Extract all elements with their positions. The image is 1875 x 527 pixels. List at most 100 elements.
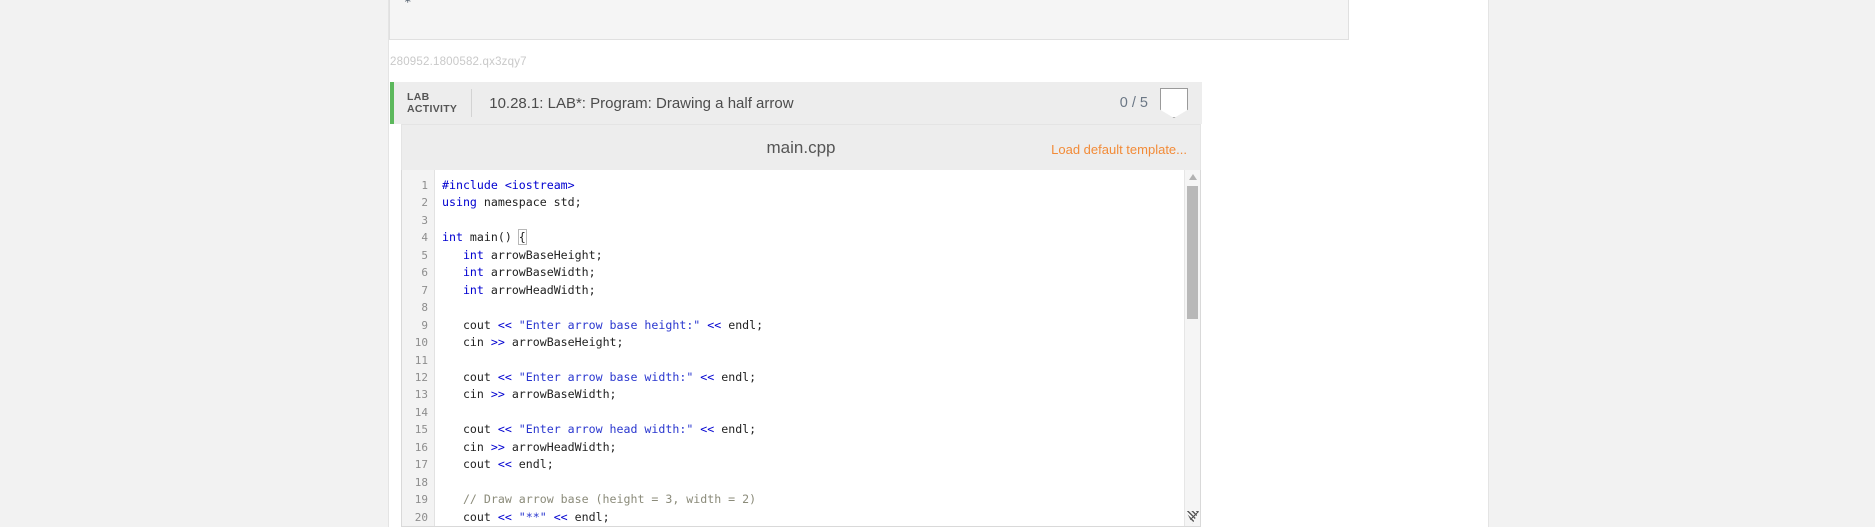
code-token: cout (442, 317, 498, 332)
content-column: ** * 280952.1800582.qx3zqy7 LAB ACTIVITY… (389, 0, 1488, 527)
code-token: int (442, 230, 463, 245)
code-line: int arrowBaseWidth; (436, 264, 1183, 281)
lab-score-label: 0 / 5 (1119, 95, 1148, 111)
line-number: 16 (414, 440, 428, 454)
line-number: 17 (414, 458, 428, 472)
code-token: { (517, 229, 527, 246)
line-number: 2 (421, 196, 428, 210)
line-number: 19 (414, 493, 428, 507)
scrollbar-thumb[interactable] (1187, 186, 1198, 319)
code-token: cin (442, 387, 491, 402)
scroll-up-arrow-icon[interactable] (1189, 174, 1197, 180)
line-number: 10 (414, 336, 428, 350)
line-number: 1 (421, 179, 428, 192)
code-token: main() (462, 230, 519, 245)
code-token: cin (442, 335, 491, 350)
line-number: 14 (414, 405, 428, 419)
code-token: endl; (511, 457, 554, 472)
code-token: cout (442, 457, 498, 472)
lab-activity-title: 10.28.1: LAB*: Program: Drawing a half a… (489, 94, 794, 112)
lab-tag-line-2: ACTIVITY (407, 103, 458, 115)
code-token: << (553, 509, 568, 524)
code-line: cout << "Enter arrow base height:" << en… (436, 317, 1183, 334)
code-token: endl; (714, 422, 757, 437)
code-line: int arrowBaseHeight; (436, 247, 1183, 264)
code-editor-header: main.cpp Load default template... (401, 124, 1201, 170)
program-output-box: ** * (389, 0, 1349, 40)
code-token: #include (442, 178, 505, 192)
code-token: endl; (567, 509, 610, 524)
line-number: 13 (414, 388, 428, 402)
code-token: "Enter arrow head width:" (518, 422, 694, 437)
activity-id-label: 280952.1800582.qx3zqy7 (390, 56, 527, 68)
code-token: "**" (518, 509, 547, 524)
code-token: <iostream> (504, 178, 575, 192)
code-token: arrowBaseWidth; (483, 265, 596, 280)
line-number: 11 (414, 353, 428, 367)
code-line: // Draw arrow base (height = 3, width = … (436, 491, 1183, 508)
code-token: cout (442, 369, 498, 384)
code-token: << (700, 422, 715, 437)
load-default-template-link[interactable]: Load default template... (1051, 142, 1187, 157)
lab-tag-line-1: LAB (407, 90, 430, 103)
code-token: >> (490, 387, 505, 402)
page-right-gutter (1488, 0, 1875, 527)
line-number: 5 (421, 248, 428, 262)
code-token: << (707, 317, 722, 332)
line-number: 6 (421, 266, 428, 280)
code-token: "Enter arrow base width:" (518, 369, 694, 384)
code-token: << (497, 317, 512, 332)
line-number-gutter: 123456789101112131415161718192021 (402, 170, 435, 526)
code-token: >> (490, 439, 505, 454)
code-token: arrowBaseHeight; (504, 335, 624, 350)
code-token: << (497, 422, 512, 437)
code-token: >> (490, 335, 505, 350)
page-root: ** * 280952.1800582.qx3zqy7 LAB ACTIVITY… (0, 0, 1875, 527)
code-token: int (462, 247, 484, 262)
code-line: #include <iostream> (436, 177, 1183, 194)
code-token: << (700, 369, 715, 384)
code-token: arrowBaseWidth; (504, 387, 617, 402)
code-editor-pane[interactable]: 123456789101112131415161718192021 #inclu… (401, 170, 1201, 527)
code-line: cin >> arrowBaseWidth; (436, 386, 1183, 403)
code-line: cout << "Enter arrow head width:" << end… (436, 421, 1183, 438)
code-line: int arrowHeadWidth; (436, 282, 1183, 299)
page-left-gutter (0, 0, 389, 527)
code-token: "Enter arrow base height:" (518, 317, 701, 332)
code-line: cout << "**" << endl; (436, 509, 1183, 526)
code-vertical-scrollbar[interactable] (1184, 170, 1200, 526)
code-token: cout (442, 509, 498, 524)
code-token: arrowHeadWidth; (483, 282, 596, 297)
line-number: 8 (421, 301, 428, 315)
code-token: << (497, 369, 512, 384)
lab-activity-header: LAB ACTIVITY 10.28.1: LAB*: Program: Dra… (390, 82, 1202, 124)
code-text-area[interactable]: #include <iostream> using namespace std; … (436, 170, 1183, 526)
code-token: endl; (714, 369, 757, 384)
line-number: 9 (421, 318, 428, 332)
code-token: // Draw arrow base (height = 3, width = … (442, 492, 757, 507)
code-editor-card: main.cpp Load default template... 123456… (401, 124, 1201, 527)
code-token: namespace std; (476, 195, 582, 210)
code-token: << (497, 457, 512, 472)
code-token: arrowHeadWidth; (504, 439, 617, 454)
line-number: 18 (414, 475, 428, 489)
code-token: int (462, 265, 484, 280)
line-number: 15 (414, 423, 428, 437)
line-number: 20 (414, 510, 428, 524)
code-token: cout (442, 422, 498, 437)
code-line: cin >> arrowBaseHeight; (436, 334, 1183, 351)
code-token: int (462, 282, 484, 297)
line-number: 3 (421, 213, 428, 227)
